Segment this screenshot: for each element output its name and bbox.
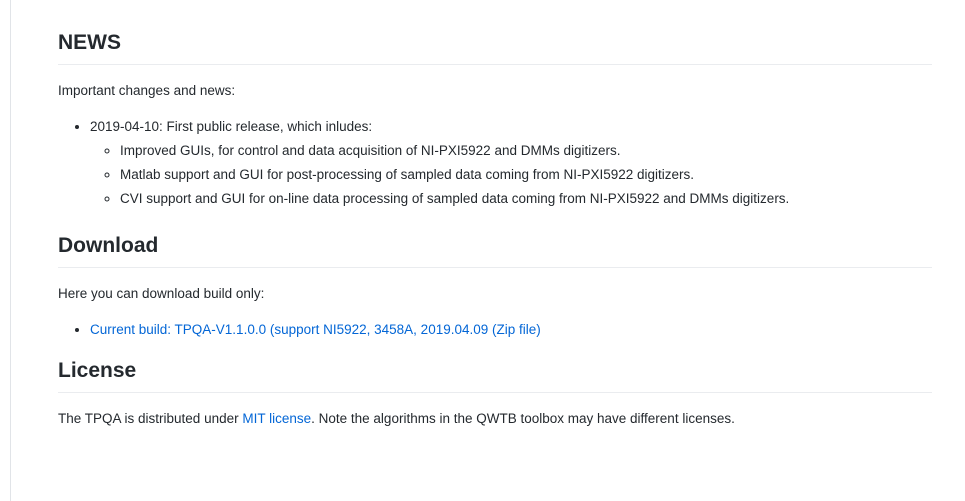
news-release-item: 2019-04-10: First public release, which …	[90, 115, 932, 211]
news-release-label: 2019-04-10: First public release, which …	[90, 119, 373, 134]
current-build-link[interactable]: Current build: TPQA-V1.1.0.0 (support NI…	[90, 322, 541, 337]
download-list: Current build: TPQA-V1.1.0.0 (support NI…	[58, 318, 932, 342]
news-heading: NEWS	[58, 28, 932, 65]
news-intro: Important changes and news:	[58, 83, 236, 98]
mit-license-link[interactable]: MIT license	[242, 411, 311, 426]
readme-content: NEWS Important changes and news: 2019-04…	[58, 28, 932, 429]
news-release-subitem: Improved GUIs, for control and data acqu…	[120, 139, 932, 163]
license-text-before: The TPQA is distributed under	[58, 411, 243, 426]
news-release-subitem: Matlab support and GUI for post-processi…	[120, 163, 932, 187]
news-release-subitem: CVI support and GUI for on-line data pro…	[120, 187, 932, 211]
license-text: The TPQA is distributed under MIT licens…	[58, 409, 932, 429]
left-border-rule	[10, 0, 11, 501]
license-text-after: . Note the algorithms in the QWTB toolbo…	[311, 411, 735, 426]
download-list-item: Current build: TPQA-V1.1.0.0 (support NI…	[90, 318, 932, 342]
license-heading: License	[58, 356, 932, 393]
news-list: 2019-04-10: First public release, which …	[58, 115, 932, 211]
news-release-sublist: Improved GUIs, for control and data acqu…	[90, 139, 932, 211]
download-intro: Here you can download build only:	[58, 286, 265, 301]
download-heading: Download	[58, 231, 932, 268]
